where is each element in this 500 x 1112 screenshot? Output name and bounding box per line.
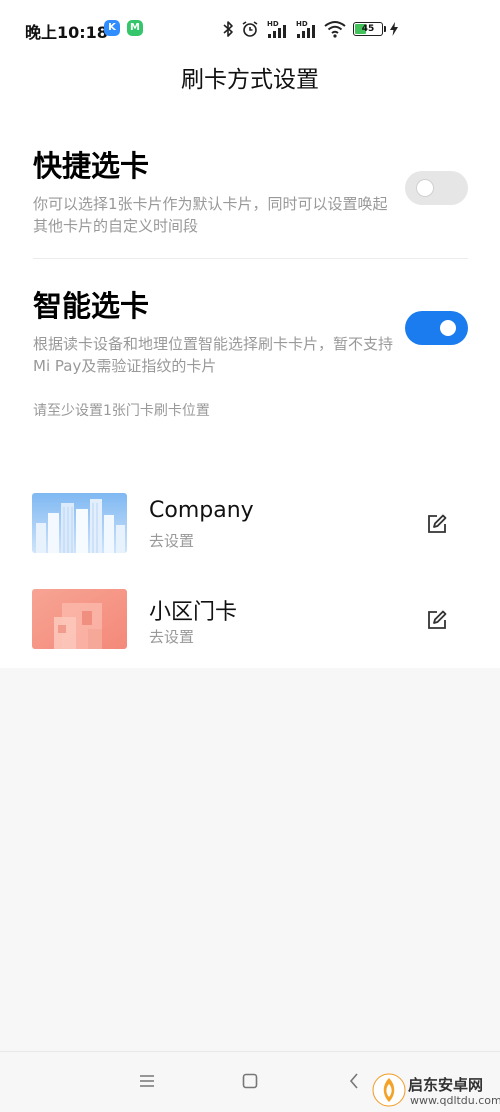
door-card-hint: 请至少设置1张门卡刷卡位置: [33, 403, 210, 419]
svg-text:HD: HD: [267, 20, 279, 28]
bluetooth-icon: [223, 21, 233, 37]
quick-select-title: 快捷选卡: [33, 149, 150, 183]
status-icons: HD HD 45: [222, 16, 398, 42]
watermark: 启东安卓网 www.qdltdu.com: [366, 1060, 500, 1111]
card-subtitle: 去设置: [149, 532, 195, 550]
smart-select-description: 根据读卡设备和地理位置智能选择刷卡卡片，暂不支持Mi Pay及需验证指纹的卡片: [33, 335, 394, 375]
home-icon[interactable]: [241, 1072, 259, 1090]
smart-select-title: 智能选卡: [33, 289, 150, 323]
wifi-icon: [324, 21, 346, 38]
page-title: 刷卡方式设置: [181, 67, 319, 93]
edit-icon[interactable]: [426, 609, 448, 631]
watermark-logo: [372, 1073, 406, 1107]
card-name: Company: [149, 498, 254, 523]
toggle-knob: [440, 320, 456, 336]
watermark-name: 启东安卓网: [408, 1076, 484, 1094]
m-app-icon: M: [127, 20, 143, 36]
menu-icon[interactable]: [138, 1072, 156, 1090]
card-name: 小区门卡: [149, 600, 238, 625]
card-item-residence[interactable]: 小区门卡 去设置: [0, 589, 500, 659]
back-icon[interactable]: [346, 1072, 364, 1090]
signal-icon-1: HD: [267, 20, 286, 38]
signal-icon-2: HD: [296, 20, 315, 38]
toggle-knob: [417, 180, 433, 196]
charging-icon: [390, 22, 398, 36]
status-time: 晚上10:18: [25, 23, 108, 42]
svg-text:HD: HD: [296, 20, 308, 28]
card-item-company[interactable]: Company 去设置: [0, 493, 500, 563]
battery-icon: 45: [353, 22, 386, 36]
alarm-icon: [242, 21, 258, 37]
card-subtitle: 去设置: [149, 628, 195, 646]
city-buildings-thumbnail: [32, 493, 127, 553]
section-divider: [33, 258, 468, 259]
quick-select-toggle[interactable]: [405, 171, 468, 205]
status-bar: 晚上10:18 K M HD HD 45: [0, 0, 500, 60]
edit-icon[interactable]: [426, 513, 448, 535]
k-app-icon: K: [104, 20, 120, 36]
quick-select-description: 你可以选择1张卡片作为默认卡片，同时可以设置唤起其他卡片的自定义时间段: [33, 195, 388, 235]
watermark-url: www.qdltdu.com: [410, 1094, 500, 1107]
smart-select-toggle[interactable]: [405, 311, 468, 345]
residence-thumbnail: [32, 589, 127, 649]
